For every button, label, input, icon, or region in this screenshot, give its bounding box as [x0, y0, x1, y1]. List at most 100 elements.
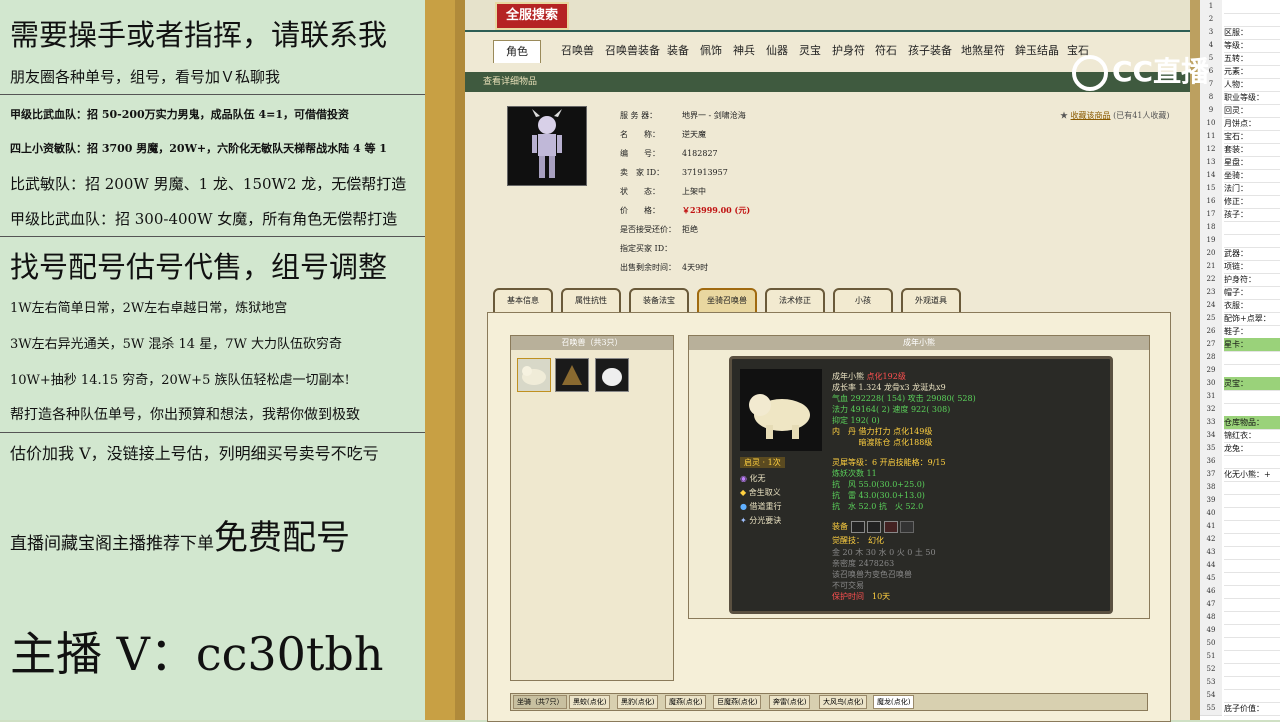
- sheet-row-number[interactable]: 38: [1200, 481, 1222, 495]
- sheet-cell[interactable]: 月饼点：: [1224, 117, 1280, 131]
- sheet-cell[interactable]: [1224, 455, 1280, 469]
- sheet-cell[interactable]: [1224, 520, 1280, 534]
- sheet-cell[interactable]: 星盘：: [1224, 156, 1280, 170]
- sheet-row-number[interactable]: 51: [1200, 650, 1222, 664]
- sheet-cell[interactable]: 灵宝：: [1224, 377, 1280, 391]
- sheet-row-number[interactable]: 11: [1200, 130, 1222, 144]
- sheet-row-number[interactable]: 46: [1200, 585, 1222, 599]
- sheet-cell[interactable]: [1224, 494, 1280, 508]
- sheet-row-number[interactable]: 20: [1200, 247, 1222, 261]
- subtab-resistance[interactable]: 属性抗性: [561, 288, 621, 314]
- mount-tab-5[interactable]: 奔雷(点化): [769, 695, 811, 709]
- sheet-row-number[interactable]: 2: [1200, 13, 1222, 27]
- mount-tab-7[interactable]: 魔龙(点化): [873, 695, 915, 709]
- tab-amulet[interactable]: 护身符: [832, 40, 865, 62]
- sheet-cell[interactable]: [1224, 611, 1280, 625]
- sheet-cell[interactable]: [1224, 637, 1280, 651]
- sheet-row-number[interactable]: 43: [1200, 546, 1222, 560]
- sheet-cell[interactable]: [1224, 507, 1280, 521]
- tab-equip[interactable]: 装备: [667, 40, 689, 62]
- sheet-row-number[interactable]: 26: [1200, 325, 1222, 339]
- sheet-cell[interactable]: 等级：: [1224, 39, 1280, 53]
- sheet-row-number[interactable]: 23: [1200, 286, 1222, 300]
- sheet-cell[interactable]: 锦红衣：: [1224, 429, 1280, 443]
- sheet-cell[interactable]: 护身符：: [1224, 273, 1280, 287]
- sheet-cell[interactable]: 龙兔：: [1224, 442, 1280, 456]
- subtab-child[interactable]: 小孩: [833, 288, 893, 314]
- sheet-row-number[interactable]: 9: [1200, 104, 1222, 118]
- sheet-cell[interactable]: 修正：: [1224, 195, 1280, 209]
- tab-divine-weapon[interactable]: 神兵: [733, 40, 755, 62]
- sheet-cell[interactable]: [1224, 234, 1280, 248]
- tab-rune[interactable]: 符石: [875, 40, 897, 62]
- sheet-cell[interactable]: [1224, 0, 1280, 14]
- subtab-mount-summon[interactable]: 坐骑召唤兽: [697, 288, 757, 314]
- sheet-cell[interactable]: 五转：: [1224, 52, 1280, 66]
- sheet-cell[interactable]: 项链：: [1224, 260, 1280, 274]
- sheet-row-number[interactable]: 25: [1200, 312, 1222, 326]
- sheet-cell[interactable]: [1224, 481, 1280, 495]
- favorite-link[interactable]: 收藏该商品: [1071, 111, 1111, 120]
- sheet-cell[interactable]: 武器：: [1224, 247, 1280, 261]
- sheet-cell[interactable]: 回灵：: [1224, 104, 1280, 118]
- sheet-cell[interactable]: [1224, 572, 1280, 586]
- sheet-row-number[interactable]: 50: [1200, 637, 1222, 651]
- mount-tab-2[interactable]: 黑豹(点化): [617, 695, 659, 709]
- sheet-cell[interactable]: 孩子：: [1224, 208, 1280, 222]
- equip-slot-icon[interactable]: [883, 521, 898, 533]
- tab-accessory[interactable]: 佩饰: [700, 40, 722, 62]
- sheet-cell[interactable]: 底子价值：: [1224, 702, 1280, 716]
- sheet-row-number[interactable]: 17: [1200, 208, 1222, 222]
- sheet-row-number[interactable]: 41: [1200, 520, 1222, 534]
- sheet-row-number[interactable]: 35: [1200, 442, 1222, 456]
- sheet-row-number[interactable]: 12: [1200, 143, 1222, 157]
- sheet-row-number[interactable]: 27: [1200, 338, 1222, 352]
- sheet-row-number[interactable]: 33: [1200, 416, 1222, 430]
- sheet-cell[interactable]: [1224, 689, 1280, 703]
- tab-fairy-item[interactable]: 仙器: [766, 40, 788, 62]
- sheet-row-number[interactable]: 29: [1200, 364, 1222, 378]
- sheet-row-number[interactable]: 36: [1200, 455, 1222, 469]
- server-search-title[interactable]: 全服搜索: [495, 2, 569, 30]
- subtab-appearance[interactable]: 外观道具: [901, 288, 961, 314]
- sheet-row-number[interactable]: 28: [1200, 351, 1222, 365]
- tab-star-rune[interactable]: 地煞星符: [961, 40, 1005, 62]
- tab-summon-equip[interactable]: 召唤兽装备: [605, 40, 660, 62]
- summon-slot-2[interactable]: [555, 358, 589, 392]
- sheet-cell[interactable]: [1224, 364, 1280, 378]
- sheet-row-number[interactable]: 44: [1200, 559, 1222, 573]
- sheet-cell[interactable]: [1224, 559, 1280, 573]
- sheet-row-number[interactable]: 18: [1200, 221, 1222, 235]
- sheet-row-number[interactable]: 32: [1200, 403, 1222, 417]
- sheet-row-number[interactable]: 49: [1200, 624, 1222, 638]
- sheet-cell[interactable]: 坐骑：: [1224, 169, 1280, 183]
- sheet-row-number[interactable]: 3: [1200, 26, 1222, 40]
- sheet-row-number[interactable]: 14: [1200, 169, 1222, 183]
- sheet-cell[interactable]: 帽子：: [1224, 286, 1280, 300]
- subtab-basic-info[interactable]: 基本信息: [493, 288, 553, 314]
- sheet-cell[interactable]: [1224, 403, 1280, 417]
- sheet-row-number[interactable]: 22: [1200, 273, 1222, 287]
- sheet-cell[interactable]: 衣服：: [1224, 299, 1280, 313]
- sheet-row-number[interactable]: 48: [1200, 611, 1222, 625]
- sheet-row-number[interactable]: 24: [1200, 299, 1222, 313]
- sheet-cell[interactable]: 化无小熊：+: [1224, 468, 1280, 482]
- equip-slot-icon[interactable]: [867, 521, 882, 533]
- tab-role[interactable]: 角色: [493, 40, 541, 63]
- sheet-cell[interactable]: [1224, 546, 1280, 560]
- sheet-row-number[interactable]: 52: [1200, 663, 1222, 677]
- tab-jade-crystal[interactable]: 鉾玉结晶: [1015, 40, 1059, 62]
- sheet-cell[interactable]: [1224, 351, 1280, 365]
- sheet-cell[interactable]: 仓库物品：: [1224, 416, 1280, 430]
- sheet-row-number[interactable]: 19: [1200, 234, 1222, 248]
- equip-slot-icon[interactable]: [900, 521, 915, 533]
- sheet-cell[interactable]: [1224, 624, 1280, 638]
- sheet-row-number[interactable]: 34: [1200, 429, 1222, 443]
- sheet-cell[interactable]: 星卡：: [1224, 338, 1280, 352]
- sheet-cell[interactable]: [1224, 663, 1280, 677]
- sheet-cell[interactable]: 鞋子：: [1224, 325, 1280, 339]
- sheet-cell[interactable]: 元素：: [1224, 65, 1280, 79]
- sheet-row-number[interactable]: 42: [1200, 533, 1222, 547]
- tab-spirit-treasure[interactable]: 灵宝: [799, 40, 821, 62]
- sheet-cell[interactable]: 人物：: [1224, 78, 1280, 92]
